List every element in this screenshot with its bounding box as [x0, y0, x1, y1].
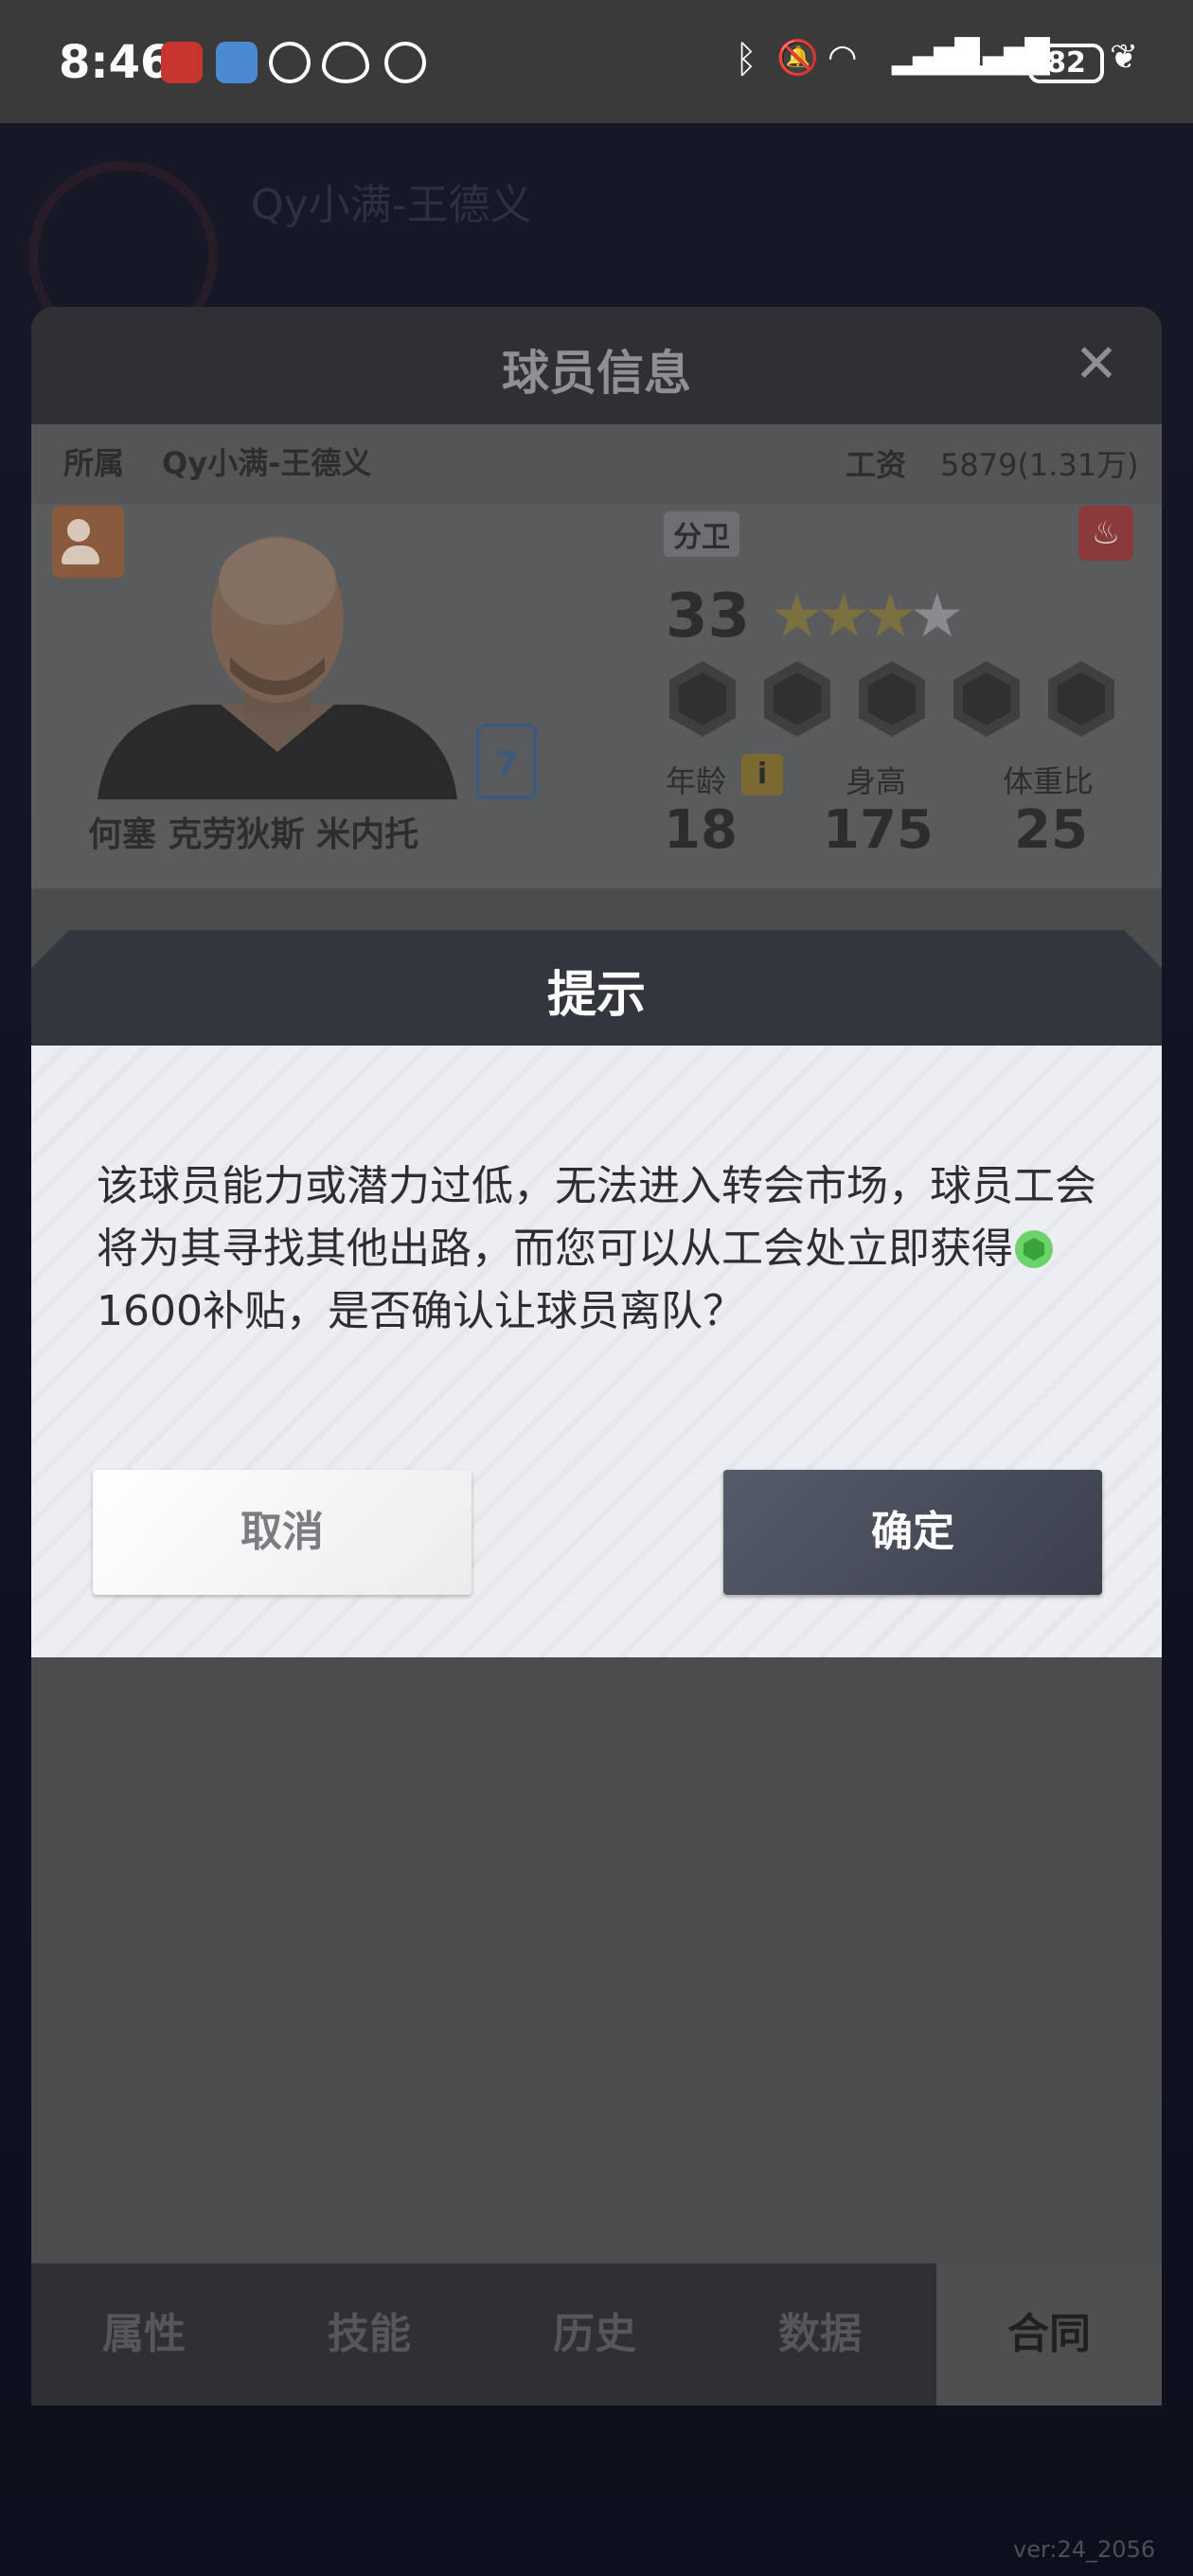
app-cloud-icon: [216, 42, 258, 83]
tab-attributes[interactable]: 属性: [31, 2263, 257, 2406]
jersey-icon: 7: [476, 724, 537, 799]
dialog-message: 该球员能力或潜力过低，无法进入转会市场，球员工会将为其寻找其他出路，而您可以从工…: [97, 1155, 1100, 1343]
tab-stats[interactable]: 数据: [707, 2263, 933, 2406]
alarm-icon: [384, 42, 426, 83]
mute-icon: 🔕: [776, 39, 819, 78]
salary-value: 5879(1.31万): [940, 447, 1139, 483]
coin-icon: [1015, 1230, 1053, 1268]
app-tiktok-icon: [269, 42, 311, 83]
team-name: Qy小满-王德义: [251, 181, 532, 229]
salary-label: 工资: [846, 447, 907, 483]
close-button[interactable]: ✕: [1063, 331, 1130, 398]
weight-label: 体重比: [1003, 763, 1095, 799]
player-portrait: [98, 536, 457, 799]
confirm-button[interactable]: 确定: [723, 1470, 1102, 1595]
clock: 8:46: [59, 36, 172, 89]
overall-rating: 33: [666, 581, 751, 652]
battery-icon: 82: [1028, 44, 1104, 83]
affiliation-label: 所属: [63, 445, 125, 481]
bottom-tab-bar: 属性 技能 历史 数据 合同: [31, 2263, 1162, 2406]
fire-icon[interactable]: ♨: [1078, 506, 1133, 561]
status-bar: 8:46 ᛒ 🔕 ◠ ▂▄▆█ ▂▄▆█ 82 ❦: [0, 0, 1193, 123]
height-label: 身高: [846, 763, 907, 799]
wifi-icon: ◠: [828, 38, 858, 77]
weight-value: 25: [1014, 799, 1088, 861]
age-value: 18: [664, 799, 738, 861]
app-badge-icon: [161, 42, 203, 83]
tab-skills[interactable]: 技能: [257, 2263, 482, 2406]
dialog-message-text: 1600补贴，是否确认让球员离队？: [97, 1287, 744, 1335]
height-value: 175: [823, 799, 934, 861]
eye-icon: [322, 42, 369, 83]
tab-history[interactable]: 历史: [482, 2263, 707, 2406]
panel-title: 球员信息: [502, 346, 691, 401]
info-icon[interactable]: i: [741, 754, 783, 796]
leaf-icon: ❦: [1110, 38, 1139, 77]
version-label: ver:24_2056: [1013, 2536, 1156, 2563]
bluetooth-icon: ᛒ: [735, 38, 757, 81]
affiliation-value: Qy小满-王德义: [162, 445, 372, 481]
position-badge: 分卫: [664, 511, 739, 557]
cancel-button[interactable]: 取消: [93, 1470, 472, 1595]
dialog-title: 提示: [546, 967, 646, 1024]
age-label: 年龄: [666, 763, 727, 799]
player-name: 何塞 克劳狄斯 米内托: [88, 815, 419, 854]
tab-contract[interactable]: 合同: [936, 2263, 1162, 2406]
star-rating: ★★★★: [770, 581, 965, 652]
dialog-message-text: 该球员能力或潜力过低，无法进入转会市场，球员工会将为其寻找其他出路，而您可以从工…: [97, 1162, 1096, 1273]
